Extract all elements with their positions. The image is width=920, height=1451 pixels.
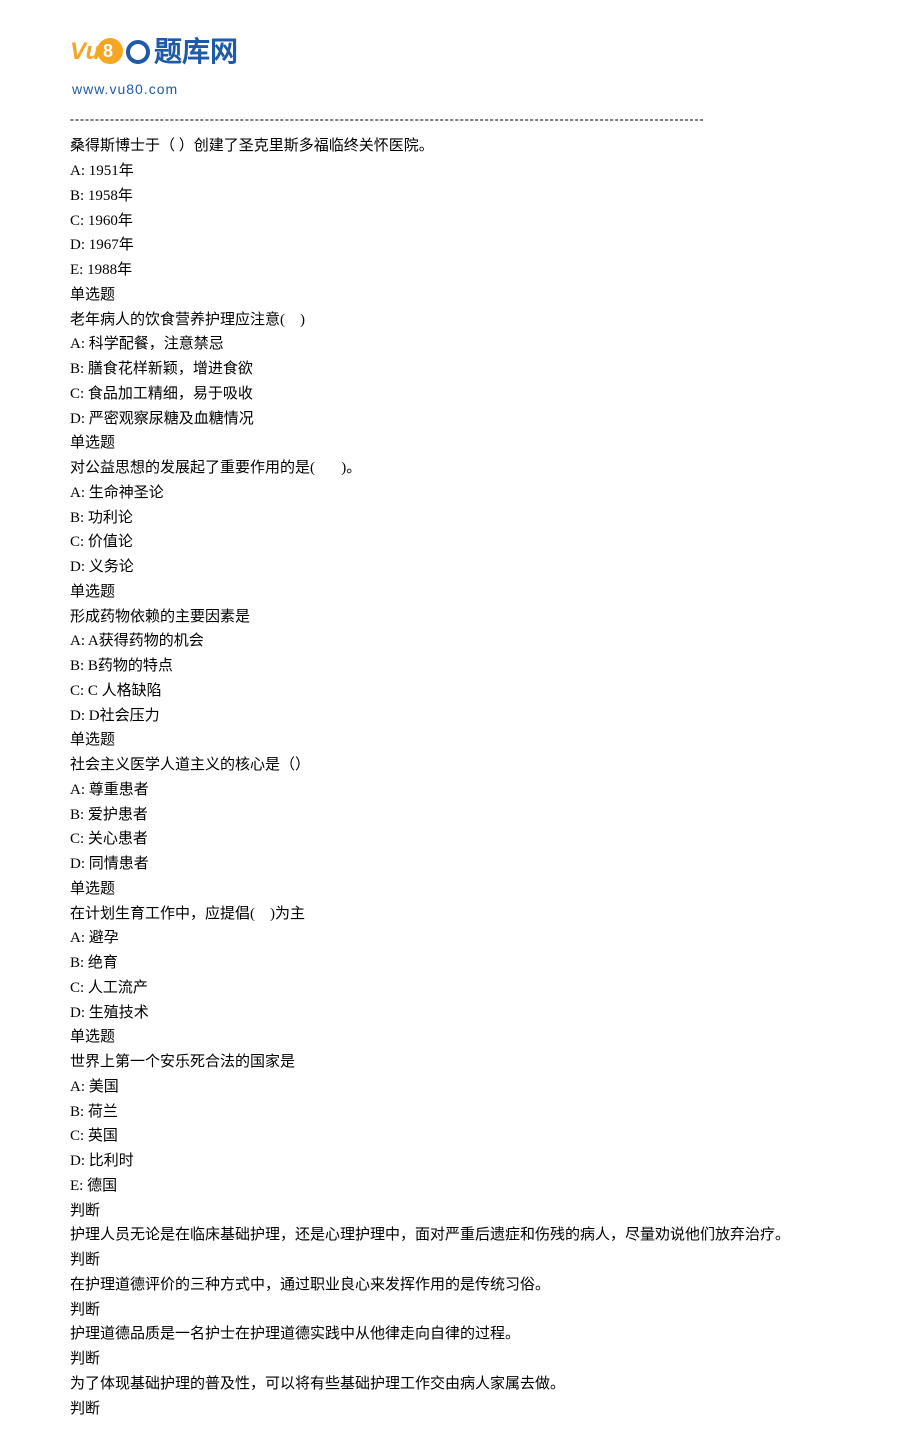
- option: A: 避孕: [70, 926, 850, 951]
- option: A: 尊重患者: [70, 778, 850, 803]
- option: B: B药物的特点: [70, 654, 850, 679]
- site-logo: Vu 8 题库网: [70, 30, 850, 75]
- option: A: A获得药物的机会: [70, 629, 850, 654]
- judgment-text: 护理人员无论是在临床基础护理，还是心理护理中，面对严重后遗症和伤残的病人，尽量劝…: [70, 1223, 850, 1248]
- logo-circle-o: [126, 40, 150, 64]
- option: C: 英国: [70, 1124, 850, 1149]
- option: D: 生殖技术: [70, 1001, 850, 1026]
- judgment-text: 在护理道德评价的三种方式中，通过职业良心来发挥作用的是传统习俗。: [70, 1273, 850, 1298]
- document-body: 桑得斯博士于（ ）创建了圣克里斯多福临终关怀医院。 A: 1951年 B: 19…: [70, 134, 850, 1421]
- option: E: 1988年: [70, 258, 850, 283]
- question-type: 单选题: [70, 728, 850, 753]
- judgment-label: 判断: [70, 1347, 850, 1372]
- judgment-text: 护理道德品质是一名护士在护理道德实践中从他律走向自律的过程。: [70, 1322, 850, 1347]
- question-stem: 在计划生育工作中，应提倡( )为主: [70, 902, 850, 927]
- question-stem: 对公益思想的发展起了重要作用的是( )。: [70, 456, 850, 481]
- option: E: 德国: [70, 1174, 850, 1199]
- question-stem: 社会主义医学人道主义的核心是（）: [70, 753, 850, 778]
- question-stem: 老年病人的饮食营养护理应注意( ): [70, 308, 850, 333]
- option: D: 同情患者: [70, 852, 850, 877]
- option: B: 荷兰: [70, 1100, 850, 1125]
- judgment-label: 判断: [70, 1298, 850, 1323]
- option: B: 功利论: [70, 506, 850, 531]
- option: D: 严密观察尿糖及血糖情况: [70, 407, 850, 432]
- logo-icon: Vu 8: [70, 33, 126, 71]
- option: B: 膳食花样新颖，增进食欲: [70, 357, 850, 382]
- option: C: 人工流产: [70, 976, 850, 1001]
- option: C: 关心患者: [70, 827, 850, 852]
- judgment-label: 判断: [70, 1397, 850, 1422]
- option: C: C 人格缺陷: [70, 679, 850, 704]
- divider-line: ----------------------------------------…: [70, 110, 850, 129]
- logo-text: 题库网: [154, 30, 238, 75]
- question-stem: 形成药物依赖的主要因素是: [70, 605, 850, 630]
- logo-url: www.vu80.com: [72, 78, 850, 100]
- option: C: 价值论: [70, 530, 850, 555]
- option: B: 1958年: [70, 184, 850, 209]
- question-stem: 桑得斯博士于（ ）创建了圣克里斯多福临终关怀医院。: [70, 134, 850, 159]
- option: B: 绝育: [70, 951, 850, 976]
- option: C: 食品加工精细，易于吸收: [70, 382, 850, 407]
- option: D: 比利时: [70, 1149, 850, 1174]
- option: D: 1967年: [70, 233, 850, 258]
- question-stem: 世界上第一个安乐死合法的国家是: [70, 1050, 850, 1075]
- option: A: 1951年: [70, 159, 850, 184]
- judgment-label: 判断: [70, 1248, 850, 1273]
- question-type: 判断: [70, 1199, 850, 1224]
- question-type: 单选题: [70, 580, 850, 605]
- question-type: 单选题: [70, 1025, 850, 1050]
- option: B: 爱护患者: [70, 803, 850, 828]
- option: D: D社会压力: [70, 704, 850, 729]
- question-type: 单选题: [70, 283, 850, 308]
- option: D: 义务论: [70, 555, 850, 580]
- question-type: 单选题: [70, 431, 850, 456]
- judgment-text: 为了体现基础护理的普及性，可以将有些基础护理工作交由病人家属去做。: [70, 1372, 850, 1397]
- svg-text:Vu: Vu: [70, 38, 101, 65]
- option: C: 1960年: [70, 209, 850, 234]
- question-type: 单选题: [70, 877, 850, 902]
- option: A: 生命神圣论: [70, 481, 850, 506]
- svg-text:8: 8: [103, 41, 113, 61]
- option: A: 美国: [70, 1075, 850, 1100]
- option: A: 科学配餐，注意禁忌: [70, 332, 850, 357]
